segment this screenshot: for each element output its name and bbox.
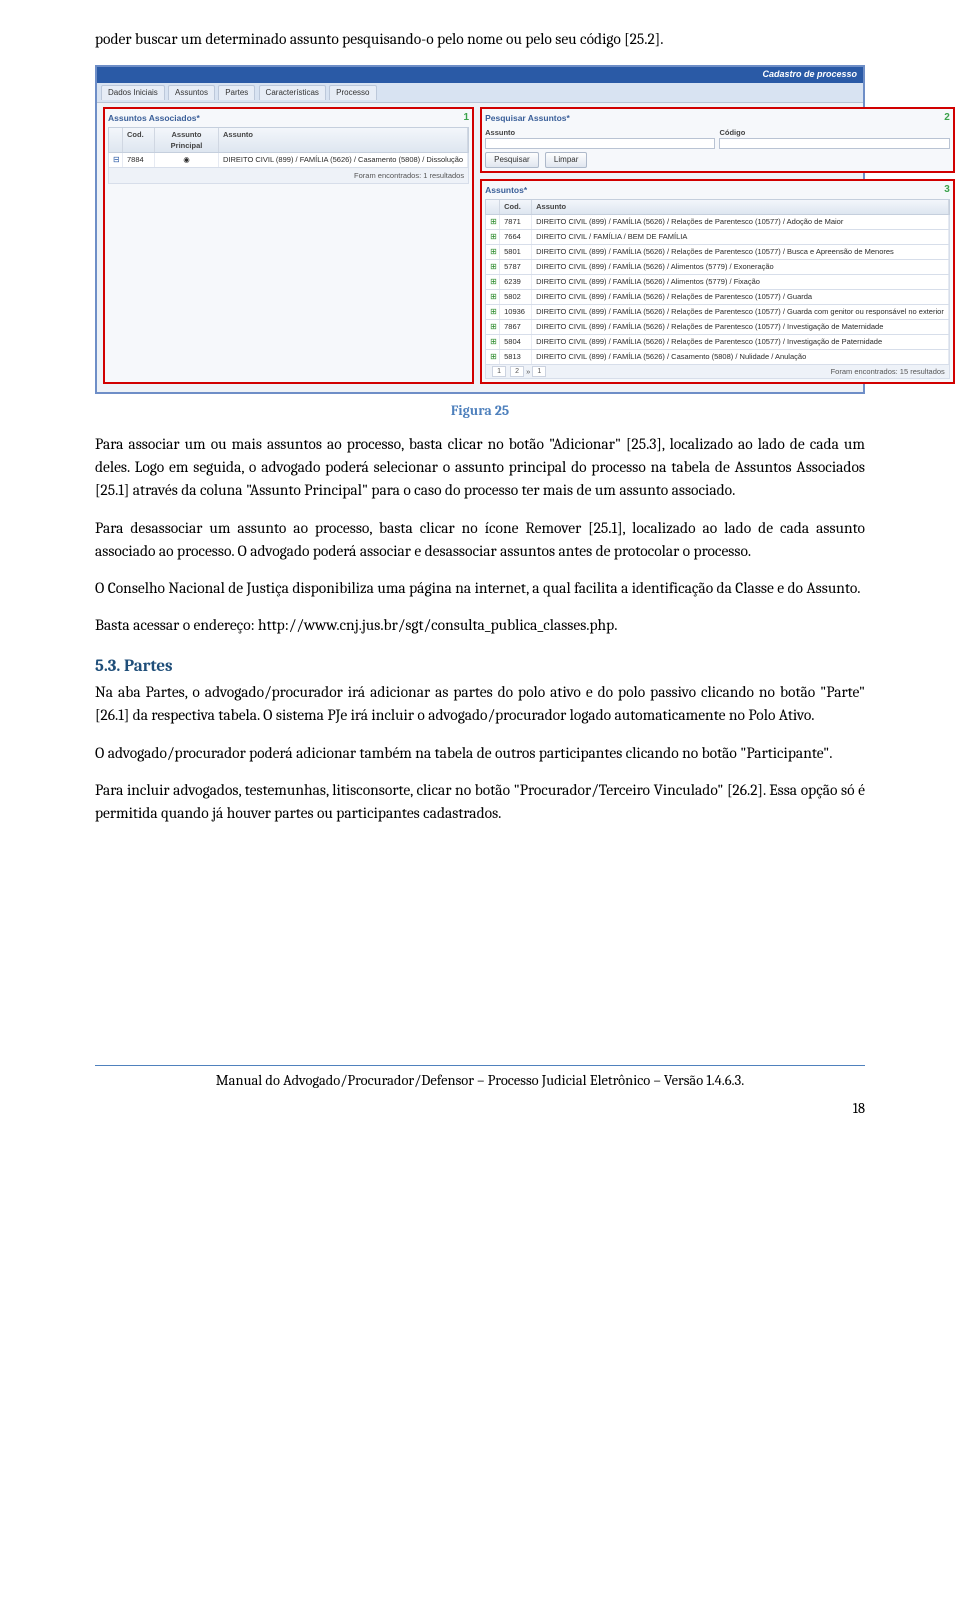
table-row: ⊞ 7867 DIREITO CIVIL (899) / FAMÍLIA (56… xyxy=(485,320,950,335)
results-count-left: Foram encontrados: 1 resultados xyxy=(108,168,469,184)
table-row: ⊞ 7871 DIREITO CIVIL (899) / FAMÍLIA (56… xyxy=(485,215,950,230)
input-assunto[interactable] xyxy=(485,138,715,149)
table-row: ⊞ 5804 DIREITO CIVIL (899) / FAMÍLIA (56… xyxy=(485,335,950,350)
cell-principal-radio[interactable]: ◉ xyxy=(155,153,219,167)
tab-dados-iniciais[interactable]: Dados Iniciais xyxy=(101,85,165,100)
table-row: ⊞ 5802 DIREITO CIVIL (899) / FAMÍLIA (56… xyxy=(485,290,950,305)
page-number: 18 xyxy=(95,1098,865,1120)
table-row: ⊞ 5813 DIREITO CIVIL (899) / FAMÍLIA (56… xyxy=(485,350,950,365)
tab-caracteristicas[interactable]: Características xyxy=(259,85,326,100)
callout-2: 2 xyxy=(944,110,950,125)
chevron-right-icon[interactable]: » xyxy=(526,366,530,377)
panel-title-associados: Assuntos Associados* xyxy=(108,112,469,125)
body-paragraph: Na aba Partes, o advogado/procurador irá… xyxy=(95,681,865,728)
panel-pesquisar-assuntos: 2 Pesquisar Assuntos* Assunto Código xyxy=(480,107,955,173)
input-codigo[interactable] xyxy=(719,138,949,149)
add-icon[interactable]: ⊞ xyxy=(486,260,500,274)
section-heading-partes: 5.3. Partes xyxy=(95,654,865,680)
table-row: ⊞ 5801 DIREITO CIVIL (899) / FAMÍLIA (56… xyxy=(485,245,950,260)
add-icon[interactable]: ⊞ xyxy=(486,335,500,349)
page-1-link[interactable]: 1 xyxy=(492,366,506,377)
tab-partes[interactable]: Partes xyxy=(218,85,255,100)
figure-caption: Figura 25 xyxy=(95,400,865,421)
pager: 1 2 » 1 Foram encontrados: 15 resultados xyxy=(485,365,950,379)
panel-assuntos-associados: 1 Assuntos Associados* Cod. Assunto Prin… xyxy=(103,107,474,384)
add-icon[interactable]: ⊞ xyxy=(486,215,500,229)
footer-divider xyxy=(95,1065,865,1066)
add-icon[interactable]: ⊞ xyxy=(486,290,500,304)
panel-title-results: Assuntos* xyxy=(485,184,950,197)
body-paragraph: Para incluir advogados, testemunhas, lit… xyxy=(95,779,865,826)
label-assunto: Assunto xyxy=(485,127,715,138)
limpar-button[interactable]: Limpar xyxy=(545,152,587,168)
add-icon[interactable]: ⊞ xyxy=(486,245,500,259)
table-row: ⊞ 7664 DIREITO CIVIL / FAMÍLIA / BEM DE … xyxy=(485,230,950,245)
remove-icon[interactable]: ⊟ xyxy=(109,153,123,167)
table-row: ⊞ 6239 DIREITO CIVIL (899) / FAMÍLIA (56… xyxy=(485,275,950,290)
table-row: ⊞ 10936 DIREITO CIVIL (899) / FAMÍLIA (5… xyxy=(485,305,950,320)
body-paragraph: Basta acessar o endereço: http://www.cnj… xyxy=(95,614,865,637)
table-row: ⊞ 5787 DIREITO CIVIL (899) / FAMÍLIA (56… xyxy=(485,260,950,275)
body-paragraph: Para associar um ou mais assuntos ao pro… xyxy=(95,433,865,503)
panel-title-pesquisar: Pesquisar Assuntos* xyxy=(485,112,950,125)
pesquisar-button[interactable]: Pesquisar xyxy=(485,152,539,168)
page-footer: Manual do Advogado/Procurador/Defensor –… xyxy=(95,1065,865,1120)
results-count-right: Foram encontrados: 15 resultados xyxy=(831,366,945,377)
tab-processo[interactable]: Processo xyxy=(329,85,376,100)
lead-paragraph: poder buscar um determinado assunto pesq… xyxy=(95,28,865,51)
add-icon[interactable]: ⊞ xyxy=(486,230,500,244)
body-paragraph: O advogado/procurador poderá adicionar t… xyxy=(95,742,865,765)
add-icon[interactable]: ⊞ xyxy=(486,320,500,334)
app-window-title: Cadastro de processo xyxy=(97,67,863,83)
body-paragraph: Para desassociar um assunto ao processo,… xyxy=(95,517,865,564)
add-icon[interactable]: ⊞ xyxy=(486,350,500,364)
table-header: Cod. Assunto xyxy=(485,199,950,215)
callout-1: 1 xyxy=(464,110,470,125)
panel-assuntos-results: 3 Assuntos* Cod. Assunto ⊞ 7871 DIREITO … xyxy=(480,179,955,384)
page-input[interactable]: 1 xyxy=(532,366,546,377)
add-icon[interactable]: ⊞ xyxy=(486,275,500,289)
footer-text: Manual do Advogado/Procurador/Defensor –… xyxy=(95,1070,865,1092)
page-2-link[interactable]: 2 xyxy=(510,366,524,377)
tabs-bar: Dados Iniciais Assuntos Partes Caracterí… xyxy=(97,83,863,103)
table-row: ⊟ 7884 ◉ DIREITO CIVIL (899) / FAMÍLIA (… xyxy=(108,153,469,168)
tab-assuntos[interactable]: Assuntos xyxy=(168,85,215,100)
callout-3: 3 xyxy=(944,182,950,197)
table-header: Cod. Assunto Principal Assunto xyxy=(108,127,469,154)
cell-assunto: DIREITO CIVIL (899) / FAMÍLIA (5626) / C… xyxy=(219,153,468,167)
label-codigo: Código xyxy=(719,127,949,138)
cell-cod: 7884 xyxy=(123,153,155,167)
add-icon[interactable]: ⊞ xyxy=(486,305,500,319)
body-paragraph: O Conselho Nacional de Justiça disponibi… xyxy=(95,577,865,600)
figure-25-screenshot: Cadastro de processo Dados Iniciais Assu… xyxy=(95,65,865,394)
